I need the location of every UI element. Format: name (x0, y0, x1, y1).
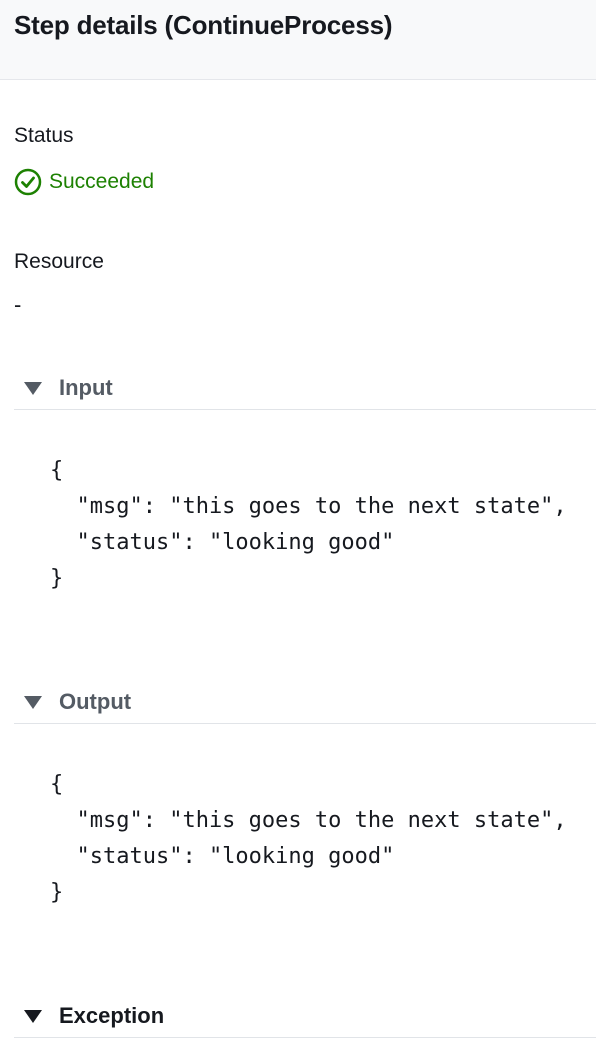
json-line: { (50, 458, 64, 483)
input-json: { "msg": "this goes to the next state", … (50, 453, 567, 597)
json-line: { (50, 772, 64, 797)
check-circle-icon (14, 168, 42, 196)
page-title: Step details (ContinueProcess) (14, 10, 393, 40)
json-line: "msg": "this goes to the next state", (50, 494, 567, 519)
json-line: "status": "looking good" (50, 530, 395, 555)
resource-value: - (14, 292, 22, 317)
input-section-toggle[interactable]: Input (14, 372, 596, 410)
caret-down-icon (24, 696, 42, 709)
json-line: "msg": "this goes to the next state", (50, 808, 567, 833)
exception-section-toggle[interactable]: Exception (14, 1000, 596, 1038)
input-section-title: Input (59, 375, 113, 400)
status-label: Status (14, 124, 74, 147)
json-line: "status": "looking good" (50, 844, 395, 869)
resource-label: Resource (14, 250, 104, 273)
status-value: Succeeded (49, 170, 155, 193)
output-section-title: Output (59, 689, 132, 714)
output-json: { "msg": "this goes to the next state", … (50, 767, 567, 911)
json-line: } (50, 566, 64, 591)
caret-down-icon (24, 1010, 42, 1023)
exception-section-title: Exception (59, 1003, 165, 1028)
caret-down-icon (24, 382, 42, 395)
step-details-header: Step details (ContinueProcess) (0, 0, 596, 80)
status-indicator: Succeeded (14, 167, 154, 197)
json-line: } (50, 880, 64, 905)
output-section-toggle[interactable]: Output (14, 686, 596, 724)
